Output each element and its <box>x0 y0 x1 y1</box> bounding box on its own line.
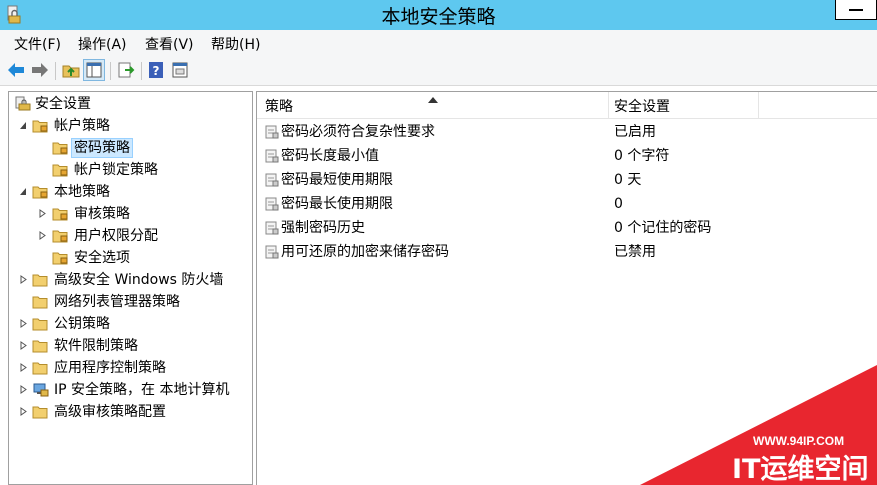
menu-bar: 文件(F) 操作(A) 查看(V) 帮助(H) <box>0 30 877 56</box>
policy-row[interactable]: 密码最长使用期限 0 <box>257 192 877 216</box>
toolbar-separator <box>55 62 56 80</box>
collapsed-arrow-icon[interactable] <box>19 407 27 416</box>
menu-view[interactable]: 查看(V) <box>145 34 194 54</box>
locked-folder-icon <box>52 230 68 243</box>
folder-icon <box>32 274 48 287</box>
minimize-button[interactable] <box>835 0 877 20</box>
toolbar-separator <box>141 62 142 80</box>
policy-row[interactable]: 强制密码历史 0 个记住的密码 <box>257 216 877 240</box>
policy-name: 密码必须符合复杂性要求 <box>281 124 435 140</box>
policy-setting: 已启用 <box>614 124 656 140</box>
tree-item-label: 本地策略 <box>54 184 110 200</box>
folder-icon <box>32 362 48 375</box>
column-divider[interactable] <box>758 92 759 118</box>
toolbar: ? <box>0 56 877 86</box>
minimize-icon <box>849 9 863 11</box>
show-tree-icon[interactable] <box>83 59 105 81</box>
policy-setting: 0 个字符 <box>614 148 670 164</box>
policy-setting: 0 <box>614 196 623 212</box>
locked-folder-icon <box>52 252 68 265</box>
security-settings-icon <box>15 96 31 111</box>
policy-name: 密码长度最小值 <box>281 148 379 164</box>
tree-item-label: 应用程序控制策略 <box>54 360 166 376</box>
folder-icon <box>32 318 48 331</box>
column-divider[interactable] <box>608 92 609 118</box>
tree-item-label: 安全选项 <box>74 250 130 266</box>
policy-name: 用可还原的加密来储存密码 <box>281 244 449 260</box>
sort-ascending-icon <box>428 97 438 103</box>
watermark-brand: IT运维空间 <box>732 453 868 485</box>
column-header-setting[interactable]: 安全设置 <box>614 96 670 116</box>
list-header: 策略 安全设置 <box>257 92 877 119</box>
policy-setting: 已禁用 <box>614 244 656 260</box>
properties-icon[interactable] <box>170 60 190 80</box>
locked-folder-icon <box>52 164 68 177</box>
tree-item-label: 软件限制策略 <box>54 338 138 354</box>
policy-item-icon <box>265 149 279 163</box>
watermark-url: WWW.94IP.COM <box>753 434 844 448</box>
policy-item-icon <box>265 173 279 187</box>
tree-item-label: 帐户策略 <box>54 118 110 134</box>
policy-item-icon <box>265 125 279 139</box>
policy-item-icon <box>265 197 279 211</box>
tree-item-label: 公钥策略 <box>54 316 110 332</box>
policy-item-icon <box>265 221 279 235</box>
folder-icon <box>32 340 48 353</box>
collapsed-arrow-icon[interactable] <box>38 231 46 240</box>
collapsed-arrow-icon[interactable] <box>19 341 27 350</box>
export-list-icon[interactable] <box>116 60 136 80</box>
up-folder-icon[interactable] <box>61 60 81 80</box>
collapsed-arrow-icon[interactable] <box>19 385 27 394</box>
policy-setting: 0 天 <box>614 172 642 188</box>
title-bar: 本地安全策略 <box>0 0 877 30</box>
tree-pane[interactable]: 安全设置 帐户策略 密码策略 帐户锁定策略 本地策略 审核策略 用户权限分配 安… <box>8 91 253 485</box>
window-title: 本地安全策略 <box>381 6 496 28</box>
collapsed-arrow-icon[interactable] <box>19 275 27 284</box>
tree-item-label: IP 安全策略，在 本地计算机 <box>54 382 230 398</box>
toolbar-separator <box>110 62 111 80</box>
policy-row[interactable]: 密码长度最小值 0 个字符 <box>257 144 877 168</box>
menu-action[interactable]: 操作(A) <box>78 34 127 54</box>
collapsed-arrow-icon[interactable] <box>19 363 27 372</box>
menu-file[interactable]: 文件(F) <box>14 34 61 54</box>
collapsed-arrow-icon[interactable] <box>38 209 46 218</box>
policy-name: 强制密码历史 <box>281 220 365 236</box>
locked-folder-icon <box>52 208 68 221</box>
locked-folder-icon <box>32 120 48 133</box>
expanded-arrow-icon[interactable] <box>19 187 27 196</box>
help-icon[interactable]: ? <box>146 60 166 80</box>
forward-arrow-icon[interactable] <box>30 60 50 80</box>
policy-row[interactable]: 用可还原的加密来储存密码 已禁用 <box>257 240 877 264</box>
locked-folder-icon <box>32 186 48 199</box>
expanded-arrow-icon[interactable] <box>19 121 27 130</box>
menu-help[interactable]: 帮助(H) <box>211 34 260 54</box>
policy-row[interactable]: 密码最短使用期限 0 天 <box>257 168 877 192</box>
tree-item-label: 网络列表管理器策略 <box>54 294 180 310</box>
collapsed-arrow-icon[interactable] <box>19 319 27 328</box>
tree-item-label: 审核策略 <box>74 206 130 222</box>
policy-name: 密码最长使用期限 <box>281 196 393 212</box>
back-arrow-icon[interactable] <box>6 60 26 80</box>
policy-item-icon <box>265 245 279 259</box>
svg-text:?: ? <box>153 64 160 78</box>
locked-folder-icon <box>52 142 68 155</box>
watermark-logo: WWW.94IP.COM IT运维空间 <box>640 365 877 485</box>
policy-name: 密码最短使用期限 <box>281 172 393 188</box>
folder-icon <box>32 296 48 309</box>
tree-item-label: 高级安全 Windows 防火墙 <box>54 272 224 288</box>
folder-icon <box>32 406 48 419</box>
policy-setting: 0 个记住的密码 <box>614 220 712 236</box>
tree-item-label: 高级审核策略配置 <box>54 404 166 420</box>
column-header-policy[interactable]: 策略 <box>265 96 293 116</box>
tree-item-label: 安全设置 <box>35 96 91 112</box>
policy-row[interactable]: 密码必须符合复杂性要求 已启用 <box>257 120 877 144</box>
tree-item-label: 密码策略 <box>71 138 133 158</box>
tree-item-label: 帐户锁定策略 <box>74 162 158 178</box>
ip-security-icon <box>33 383 49 397</box>
tree-item-label: 用户权限分配 <box>74 228 158 244</box>
